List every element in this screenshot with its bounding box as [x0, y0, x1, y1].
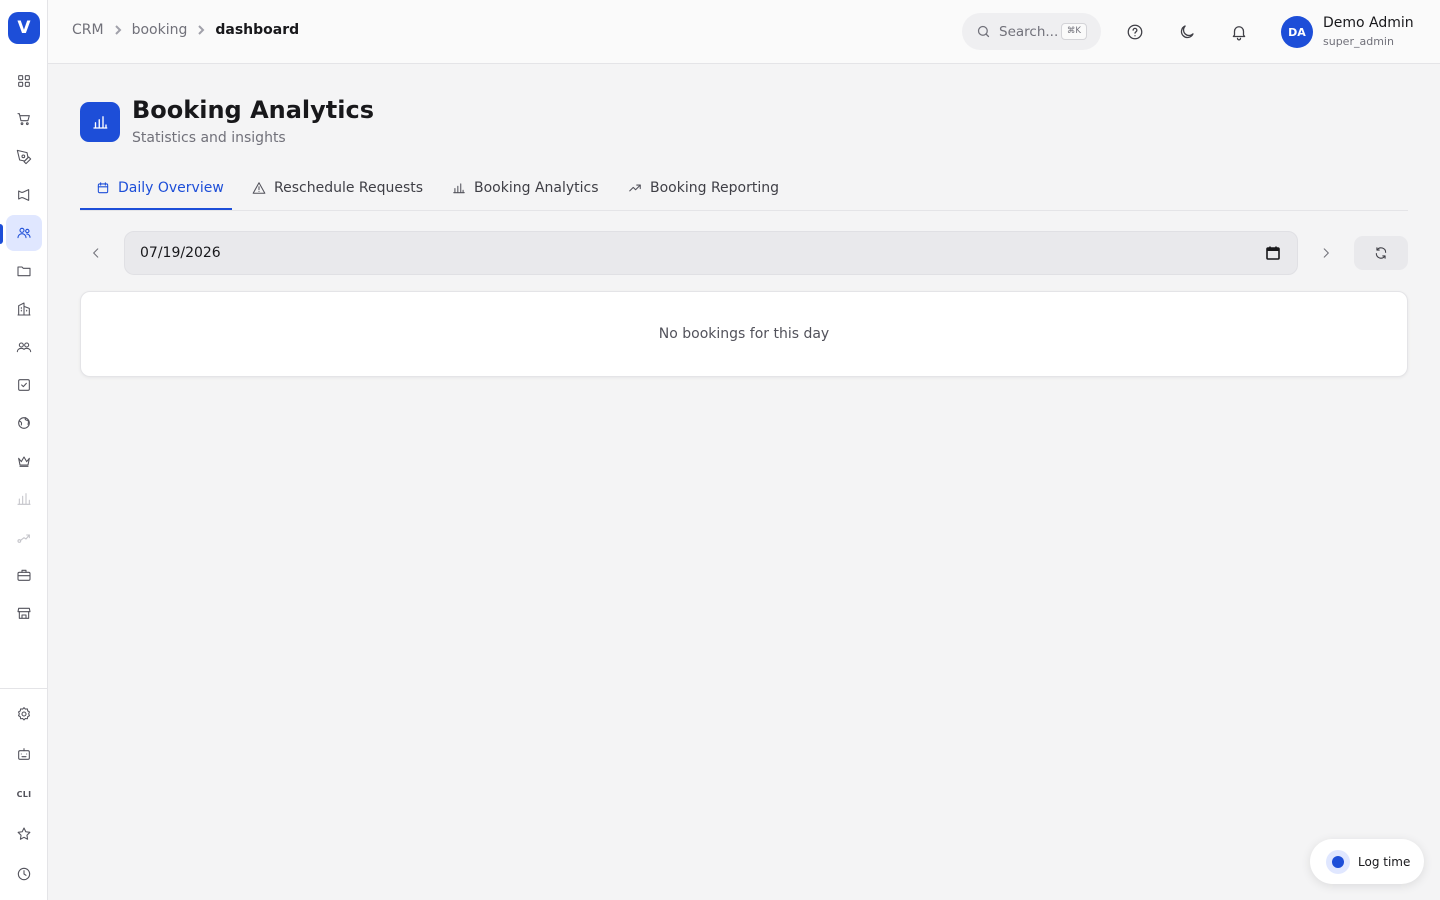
next-day-button[interactable] — [1310, 237, 1342, 269]
timer-icon — [1326, 849, 1350, 874]
page-title: Booking Analytics — [132, 96, 375, 124]
sidebar-item-marketing[interactable] — [6, 177, 42, 213]
pen-tool-icon — [16, 149, 32, 165]
active-indicator — [0, 224, 3, 244]
breadcrumb-booking[interactable]: booking — [132, 22, 188, 38]
bar-chart-icon — [93, 116, 108, 129]
globe-icon — [18, 417, 30, 429]
cart-icon — [17, 113, 30, 126]
bar-chart-icon — [453, 183, 465, 194]
route-icon — [17, 534, 30, 543]
bell-icon — [1232, 26, 1246, 41]
breadcrumb: CRM booking dashboard — [72, 22, 299, 38]
sidebar-item-content[interactable] — [6, 139, 42, 175]
sidebar-divider — [0, 688, 48, 689]
refresh-button[interactable] — [1354, 236, 1408, 270]
bar-chart-icon — [17, 493, 31, 505]
warning-icon — [252, 182, 266, 194]
user-role: super_admin — [1323, 35, 1394, 48]
tab-label: Booking Reporting — [650, 180, 780, 196]
tab-bar: Daily Overview Reschedule Requests Booki… — [80, 166, 1408, 211]
search-input[interactable]: Search... ⌘K — [962, 13, 1101, 50]
tab-label: Booking Analytics — [474, 180, 599, 196]
sidebar-item-jobs[interactable] — [6, 557, 42, 593]
help-icon — [1127, 24, 1143, 40]
sidebar-item-shop[interactable] — [6, 101, 42, 137]
sidebar-item-contacts[interactable] — [6, 329, 42, 365]
log-time-label: Log time — [1358, 854, 1411, 869]
previous-day-button[interactable] — [80, 237, 112, 269]
date-value: 07/19/2026 — [140, 245, 221, 261]
log-time-button[interactable]: Log time — [1310, 839, 1424, 884]
refresh-icon — [1375, 247, 1387, 259]
page-icon — [80, 102, 120, 142]
cli-label: CLI — [16, 789, 32, 799]
sidebar-item-analytics[interactable] — [6, 481, 42, 517]
sidebar-item-web[interactable] — [6, 405, 42, 441]
help-button[interactable] — [1123, 20, 1147, 44]
tab-booking-reporting[interactable]: Booking Reporting — [612, 166, 795, 210]
chevron-right-icon — [1323, 248, 1329, 258]
theme-toggle-button[interactable] — [1175, 20, 1199, 44]
sidebar: V CLI — [0, 0, 48, 900]
clock-icon — [17, 867, 31, 881]
sidebar-item-files[interactable] — [6, 253, 42, 289]
tab-daily-overview[interactable]: Daily Overview — [80, 166, 240, 210]
sidebar-item-dashboard[interactable] — [6, 63, 42, 99]
sidebar-item-history[interactable] — [6, 856, 42, 892]
breadcrumb-crm[interactable]: CRM — [72, 22, 104, 38]
dashboard-grid-icon — [18, 75, 30, 87]
chevron-right-icon — [193, 22, 209, 38]
sidebar-item-ai[interactable] — [6, 736, 42, 772]
active-tab-indicator — [80, 208, 232, 210]
empty-state-message: No bookings for this day — [658, 326, 830, 342]
user-name[interactable]: Demo Admin — [1323, 15, 1414, 31]
app-logo[interactable]: V — [8, 12, 40, 44]
top-header: CRM booking dashboard Search... ⌘K DA De… — [48, 0, 1440, 64]
sidebar-item-settings[interactable] — [6, 696, 42, 732]
megaphone-icon — [18, 189, 30, 201]
sidebar-item-booking[interactable] — [6, 215, 42, 251]
user-avatar[interactable]: DA — [1281, 16, 1313, 48]
sidebar-item-routes[interactable] — [6, 519, 42, 555]
calendar-icon[interactable] — [1265, 245, 1281, 261]
briefcase-icon — [17, 569, 31, 581]
sidebar-item-companies[interactable] — [6, 291, 42, 327]
star-icon — [17, 827, 31, 840]
sidebar-item-favorites[interactable] — [6, 816, 42, 852]
tab-label: Daily Overview — [118, 180, 224, 196]
chevron-right-icon — [110, 22, 126, 38]
contacts-icon — [16, 342, 32, 353]
crown-icon — [18, 456, 30, 467]
tab-label: Reschedule Requests — [274, 180, 424, 196]
breadcrumb-dashboard: dashboard — [215, 22, 300, 38]
sidebar-item-store[interactable] — [6, 595, 42, 631]
date-picker-input[interactable]: 07/19/2026 — [124, 231, 1298, 275]
notifications-button[interactable] — [1227, 20, 1251, 44]
search-placeholder: Search... — [999, 23, 1059, 40]
store-icon — [17, 607, 31, 619]
tab-booking-analytics[interactable]: Booking Analytics — [436, 166, 615, 210]
sidebar-item-cli[interactable]: CLI — [6, 776, 42, 812]
folder-icon — [17, 266, 31, 277]
gear-icon — [17, 707, 30, 721]
trending-up-icon — [629, 184, 641, 192]
calendar-icon — [97, 182, 109, 194]
bookings-empty-state: No bookings for this day — [80, 291, 1408, 377]
moon-icon — [1180, 25, 1194, 39]
users-icon — [17, 227, 31, 239]
robot-icon — [18, 748, 30, 760]
page-subtitle: Statistics and insights — [132, 130, 286, 146]
building-icon — [17, 302, 31, 316]
sidebar-item-tasks[interactable] — [6, 367, 42, 403]
search-icon — [977, 25, 990, 38]
tab-reschedule-requests[interactable]: Reschedule Requests — [236, 166, 439, 210]
sidebar-item-loyalty[interactable] — [6, 443, 42, 479]
checkbox-icon — [18, 379, 30, 391]
chevron-left-icon — [93, 248, 99, 258]
search-shortcut: ⌘K — [1060, 23, 1087, 40]
